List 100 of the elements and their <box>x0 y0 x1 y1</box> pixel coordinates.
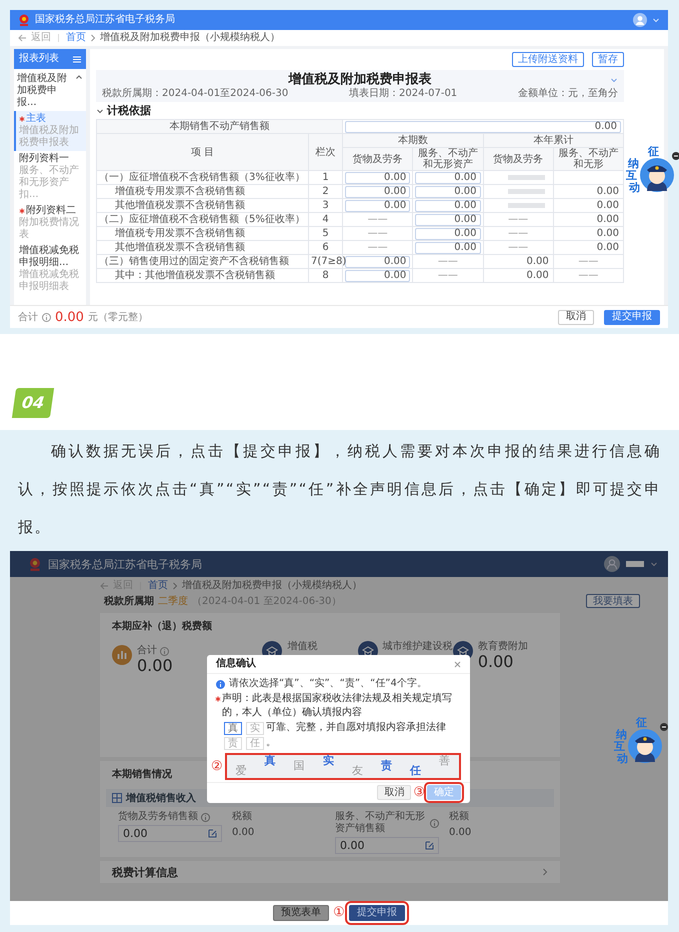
table-cell: —— <box>553 268 624 282</box>
input-field[interactable]: 0.00 <box>345 256 410 268</box>
section-title: 计税依据 <box>107 104 151 117</box>
sidebar-group-label[interactable]: 增值税及附加税费申报... <box>17 73 73 109</box>
input-field[interactable]: 0.00 <box>345 200 410 212</box>
card-title: 本期销售情况 <box>112 769 172 781</box>
column-header: 货物及劳务 <box>342 148 413 170</box>
table-cell: —— <box>483 240 554 254</box>
notice-text: 请依次选择“真”、“实”、“责”、“任”4个字。 <box>229 678 427 690</box>
row-number: 5 <box>308 226 342 240</box>
captcha-character[interactable]: 任 <box>410 765 421 777</box>
back-link[interactable]: 返回 <box>31 32 51 44</box>
sidebar-item-sublabel: 增值税减免税申报明细表 <box>19 269 80 293</box>
character-slot[interactable]: 责 <box>224 736 242 750</box>
column-header: 栏次 <box>308 134 342 170</box>
total-in-words: 元（零元整） <box>88 311 148 324</box>
character-slot[interactable]: 实 <box>246 722 264 734</box>
avatar-icon <box>604 556 620 572</box>
field-value: 0.00 <box>449 826 472 840</box>
redacted-value <box>508 175 545 180</box>
captcha-character[interactable]: 爱 <box>236 765 247 777</box>
table-cell: —— <box>342 226 413 240</box>
minimize-icon <box>672 152 679 160</box>
row-number: 8 <box>308 268 342 282</box>
column-header: 服务、不动产和无形 <box>553 148 624 170</box>
input-field[interactable]: 0.00 <box>345 120 621 132</box>
fill-date-text: 填表日期：2024-07-01 <box>349 88 458 100</box>
edit-icon <box>208 829 217 838</box>
table-cell: 0.00 <box>483 254 554 268</box>
form-title: 增值税及附加税费申报表 <box>288 72 432 88</box>
caret-down-icon <box>650 560 658 568</box>
breadcrumb-link[interactable]: 首页 <box>148 580 168 592</box>
fill-form-button[interactable]: 我要填表 <box>586 594 640 608</box>
table-cell: 0.00 <box>553 212 624 226</box>
toolbar-button[interactable]: 暂存 <box>592 52 624 67</box>
sidebar-item-label: 附列资料一 <box>19 153 69 165</box>
site-title: 国家税务总局江苏省电子税务局 <box>35 14 175 26</box>
total-amount: 0.00 <box>137 657 173 675</box>
table-cell: —— <box>342 240 413 254</box>
quarter-text: 二季度 <box>158 594 188 608</box>
avatar-icon <box>633 13 647 27</box>
sidebar-item[interactable]: 附列资料二 附加税费情况表 <box>14 203 86 243</box>
captcha-character[interactable]: 国 <box>294 760 305 772</box>
captcha-character[interactable]: 友 <box>352 765 363 777</box>
table-cell: 0.00 <box>553 198 624 212</box>
badge-char: 纳 <box>628 158 639 170</box>
character-slot[interactable]: 真 <box>224 722 242 734</box>
toolbar-button[interactable]: 上传附送资料 <box>512 52 584 67</box>
collapsed-section-card[interactable]: 税费计算信息 <box>100 861 560 883</box>
input-field[interactable]: 0.00 <box>345 270 410 282</box>
row-label: （三）销售使用过的固定资产不含税销售额 <box>96 254 308 268</box>
input-field[interactable]: 0.00 <box>415 200 480 212</box>
input-field[interactable]: 0.00 <box>345 186 410 198</box>
input-field[interactable]: 0.00 <box>415 228 480 240</box>
preview-button[interactable]: 预览表单 <box>273 905 330 921</box>
subsection-title: 增值税销售收入 <box>126 792 196 805</box>
chevron-right-icon <box>90 34 96 42</box>
input-field[interactable]: 0.00 <box>345 172 410 184</box>
input-value: 0.00 <box>340 839 364 852</box>
info-icon <box>216 680 225 688</box>
redacted-value <box>508 203 545 208</box>
breadcrumb-link[interactable]: 首页 <box>66 32 86 44</box>
captcha-character[interactable]: 实 <box>322 755 334 767</box>
input-field[interactable]: 0.00 <box>118 825 222 842</box>
input-field[interactable]: 0.00 <box>415 214 480 226</box>
period-text: 税款所属期：2024-04-01至2024-06-30 <box>102 88 288 100</box>
redacted-value <box>508 189 545 194</box>
character-slot[interactable]: 任 <box>246 736 264 750</box>
captcha-character[interactable]: 真 <box>264 755 276 767</box>
captcha-character[interactable]: 责 <box>380 760 392 772</box>
row-number: 4 <box>308 212 342 226</box>
cancel-button[interactable]: 取消 <box>558 310 594 324</box>
input-field[interactable]: 0.00 <box>415 172 480 184</box>
sidebar-item-sublabel: 服务、不动产和无形资产扣... <box>19 165 80 201</box>
row-label: 其中：其他增值税发票不含税销售额 <box>96 268 308 282</box>
row-number: 3 <box>308 198 342 212</box>
captcha-character[interactable]: 善 <box>438 755 450 767</box>
sidebar-item-label: 附列资料二 <box>26 205 76 216</box>
sidebar-item[interactable]: 附列资料一 服务、不动产和无形资产扣... <box>14 151 86 203</box>
submit-button[interactable]: 提交申报 <box>604 310 660 324</box>
tax-label: 城市维护建设税 <box>382 641 453 653</box>
row-number: 1 <box>308 170 342 184</box>
sidebar-item[interactable]: 主表 增值税及附加税费申报表 <box>14 111 86 151</box>
cancel-button[interactable]: 取消 <box>377 785 412 800</box>
caret-down-icon <box>652 16 660 24</box>
statement-text: 声明：此表是根据国家税收法律法规及相关规定填写的，本人（单位）确认填报内容 <box>222 692 453 720</box>
tax-label: 增值税 <box>287 641 318 653</box>
sidebar-item[interactable]: 增值税减免税申报明细... 增值税减免税申报明细表 <box>14 243 86 295</box>
row-label: 增值税专用发票不含税销售额 <box>96 184 308 198</box>
input-field[interactable]: 0.00 <box>415 186 480 198</box>
table-cell: —— <box>483 212 554 226</box>
input-field[interactable]: 0.00 <box>415 242 480 254</box>
row-label: 其他增值税发票不含税销售额 <box>96 198 308 212</box>
input-field[interactable]: 0.00 <box>335 837 439 854</box>
table-cell: 0.00 <box>483 268 554 282</box>
sidebar-item-sublabel: 增值税及附加税费申报表 <box>19 125 80 149</box>
field-value: 0.00 <box>232 826 256 840</box>
table-cell: 0.00 <box>553 184 624 198</box>
column-group-header: 本年累计 <box>483 134 624 148</box>
row-label: （一）应征增值税不含税销售额（3%征收率） <box>96 170 308 184</box>
